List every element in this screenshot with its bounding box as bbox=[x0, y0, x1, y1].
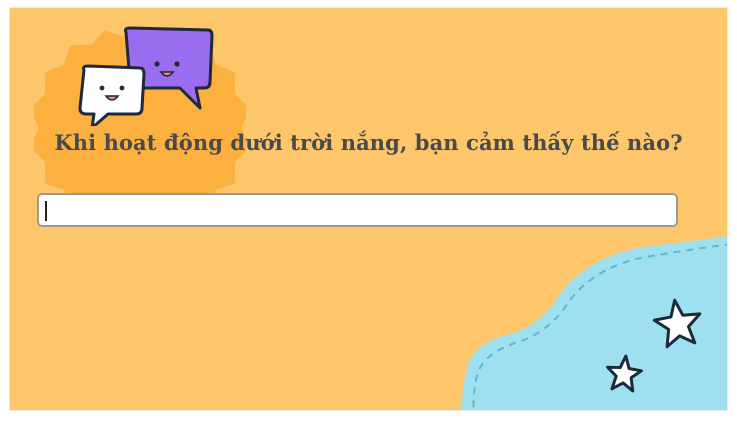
text-caret bbox=[45, 201, 47, 221]
answer-input[interactable] bbox=[37, 193, 678, 227]
chat-bubbles-icon bbox=[78, 26, 214, 126]
question-text: Khi hoạt động dưới trời nắng, bạn cảm th… bbox=[54, 130, 683, 155]
sea-decoration bbox=[461, 236, 727, 410]
